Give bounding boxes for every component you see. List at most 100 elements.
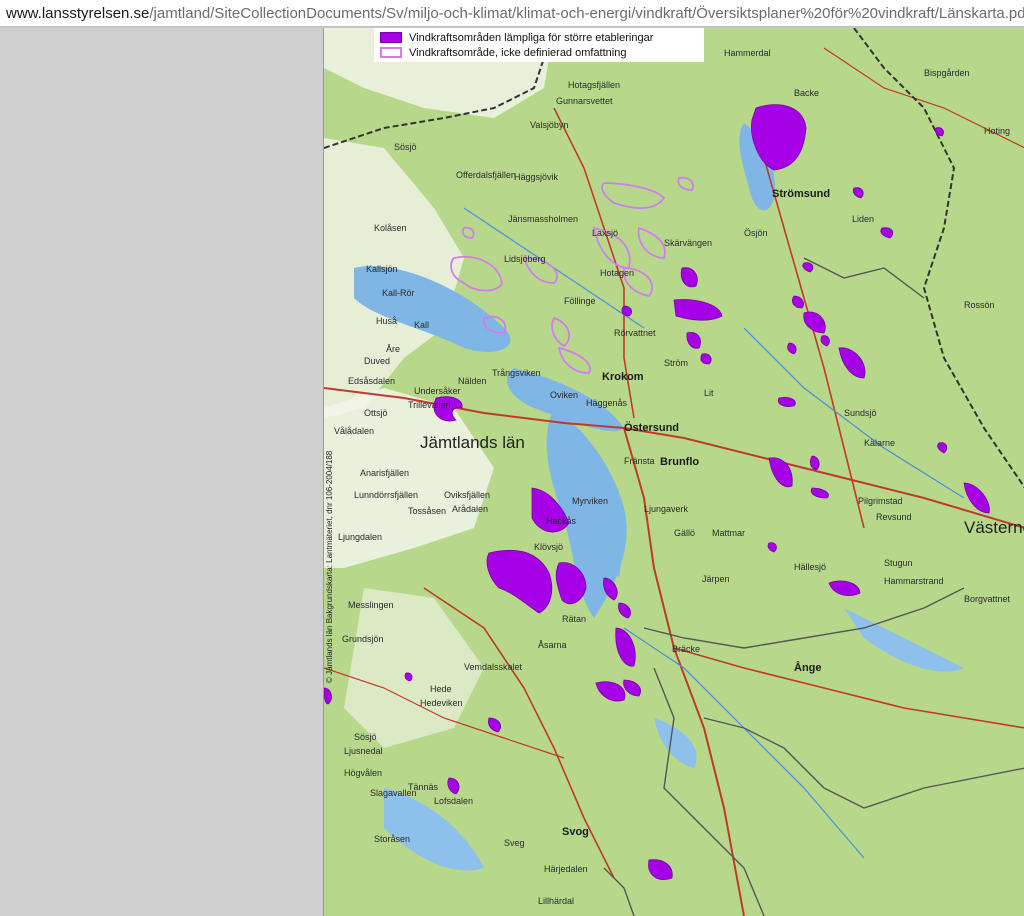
- place-label: Rossön: [964, 300, 995, 310]
- place-label: Sundsjö: [844, 408, 877, 418]
- county-label: Jämtlands län: [420, 433, 525, 452]
- neighbour-county-label: Västerno: [964, 518, 1024, 537]
- place-label: Fränsta: [624, 456, 655, 466]
- place-label: Ösjön: [744, 228, 768, 238]
- place-label: Klövsjö: [534, 542, 564, 552]
- place-label: Hedeviken: [420, 698, 463, 708]
- place-label: Sösjö: [394, 142, 417, 152]
- place-label: Edsåsdalen: [348, 376, 396, 386]
- place-label: Myrviken: [572, 496, 609, 506]
- place-label: Backe: [794, 88, 820, 98]
- map-copyright: © Jämtlands län Bakgrundskarta: Lantmäte…: [325, 450, 334, 683]
- place-label: Trångsviken: [492, 368, 541, 378]
- place-label: Huså: [376, 316, 398, 326]
- place-label: Revsund: [876, 512, 912, 522]
- place-label: Lunndörrsfjällen: [354, 490, 419, 500]
- place-label: Hede: [430, 684, 452, 694]
- place-label: Borgvattnet: [964, 594, 1011, 604]
- place-label: Duved: [364, 356, 391, 366]
- place-label: Arådalen: [452, 504, 489, 514]
- place-label: Oviksfjällen: [444, 490, 491, 500]
- place-label: Slagavallen: [370, 788, 417, 798]
- place-label: Jänsmassholmen: [508, 214, 579, 224]
- legend-swatch-outline: [380, 47, 402, 58]
- city-label: Brunflo: [660, 456, 700, 468]
- city-label: Svog: [562, 826, 589, 838]
- place-label: Sveg: [504, 838, 525, 848]
- place-label: Anarisfjällen: [360, 468, 410, 478]
- place-label: Gunnarsvettet: [556, 96, 613, 106]
- city-label: Krokom: [602, 371, 644, 383]
- place-label: Hammarstrand: [884, 576, 944, 586]
- place-label: Trillevallen: [408, 400, 451, 410]
- place-label: Nälden: [458, 376, 487, 386]
- place-label: Rätan: [562, 614, 587, 624]
- address-bar[interactable]: www.lansstyrelsen.se/jamtland/SiteCollec…: [0, 0, 1024, 27]
- county-map[interactable]: Vindkraftsområden lämpliga för större et…: [323, 28, 1024, 916]
- place-label: Bräcke: [672, 644, 701, 654]
- place-label: Kolåsen: [374, 223, 407, 233]
- place-label: Hammerdal: [724, 48, 771, 58]
- city-label: Strömsund: [772, 188, 831, 200]
- place-label: Ström: [664, 358, 689, 368]
- place-label: Tossåsen: [408, 506, 447, 516]
- place-label: Gällö: [674, 528, 696, 538]
- place-label: Pilgrimstad: [858, 496, 903, 506]
- place-label: Ottsjö: [364, 408, 388, 418]
- place-label: Lillhärdal: [538, 896, 575, 906]
- legend-swatch-solid: [380, 32, 402, 43]
- place-label: Liden: [852, 214, 875, 224]
- url-text[interactable]: www.lansstyrelsen.se/jamtland/SiteCollec…: [0, 5, 1024, 22]
- place-label: Sösjö: [354, 732, 377, 742]
- place-label: Kallsjön: [366, 264, 398, 274]
- place-label: Hotagsfjällen: [568, 80, 621, 90]
- url-host: www.lansstyrelsen.se: [6, 4, 150, 22]
- place-label: Storåsen: [374, 834, 411, 844]
- place-label: Undersåker: [414, 386, 461, 396]
- city-label: Ånge: [794, 662, 822, 674]
- place-label: Hällesjö: [794, 562, 827, 572]
- legend-label-undefined: Vindkraftsområde, icke definierad omfatt…: [409, 46, 627, 59]
- legend-row-undefined: Vindkraftsområde, icke definierad omfatt…: [380, 45, 698, 60]
- place-label: Skärvängen: [664, 238, 713, 248]
- url-path: /jamtland/SiteCollectionDocuments/Sv/mil…: [149, 4, 1024, 22]
- place-label: Laxsjö: [592, 228, 619, 238]
- place-label: Lit: [704, 388, 714, 398]
- place-label: Rörvattnet: [614, 328, 656, 338]
- place-label: Vemdalsskalet: [464, 662, 523, 672]
- place-label: Vålådalen: [334, 426, 375, 436]
- place-label: Offerdalsfjällen: [456, 170, 516, 180]
- place-label: Härjedalen: [544, 864, 588, 874]
- place-label: Häggenås: [586, 398, 628, 408]
- place-label: Hotagen: [600, 268, 635, 278]
- place-label: Messlingen: [348, 600, 394, 610]
- place-label: Ljusnedal: [344, 746, 383, 756]
- place-label: Ljungdalen: [338, 532, 383, 542]
- place-label: Häggsjövik: [514, 172, 559, 182]
- place-label: Åsarna: [538, 640, 567, 650]
- map-legend: Vindkraftsområden lämpliga för större et…: [374, 28, 704, 62]
- place-label: Grundsjön: [342, 634, 384, 644]
- place-label: Föllinge: [564, 296, 596, 306]
- place-label: Stugun: [884, 558, 913, 568]
- place-label: Järpen: [702, 574, 730, 584]
- place-label: Kall-Rör: [382, 288, 415, 298]
- place-label: Lidsjöberg: [504, 254, 546, 264]
- place-label: Ljungaverk: [644, 504, 689, 514]
- wind-area: [700, 353, 712, 365]
- place-label: Åre: [386, 344, 401, 354]
- place-label: Bispgården: [924, 68, 970, 78]
- pdf-viewer[interactable]: Vindkraftsområden lämpliga för större et…: [0, 28, 1024, 916]
- place-label: Hoting: [984, 126, 1011, 136]
- place-label: Oviken: [550, 390, 579, 400]
- place-label: Mattmar: [712, 528, 746, 538]
- place-label: Valsjöbyn: [530, 120, 569, 130]
- legend-label-suitable: Vindkraftsområden lämpliga för större et…: [409, 31, 654, 44]
- place-label: Kälarne: [864, 438, 896, 448]
- place-label: Lofsdalen: [434, 796, 474, 806]
- place-label: Kall: [414, 320, 430, 330]
- place-label: Högvålen: [344, 768, 383, 778]
- legend-row-suitable: Vindkraftsområden lämpliga för större et…: [380, 30, 698, 45]
- place-label: Hackås: [546, 516, 577, 526]
- city-label: Östersund: [624, 422, 680, 434]
